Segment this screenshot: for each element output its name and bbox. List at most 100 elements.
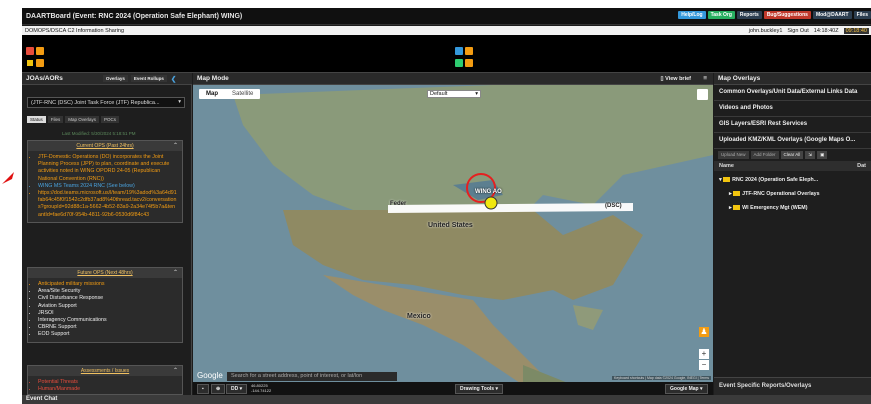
dsc-label: (DSC) [605,203,622,209]
coords-readout: 46.80225 -144.74122 [251,383,271,393]
tree-item[interactable]: ▸ WI Emergency Mgt (WEM) [719,201,866,215]
right-panel-header: Map Overlays [714,73,871,85]
future-op-item: CBRNE Support [38,324,178,331]
kmz-buttons: Upload New Add Folder Clear All ⇲ ▣ [714,149,871,161]
pegman-icon[interactable]: ♟ [699,327,709,337]
map-search-input[interactable]: Search for a street address, point of in… [227,372,397,381]
future-ops-section: Future OPS (Next 48hrs) ⌃ Anticipated mi… [27,267,183,343]
status-strip [22,35,871,73]
expand-icon[interactable]: ⇲ [805,151,816,159]
overlay-tree: ▾ RNC 2024 (Operation Safe Eleph... ▸ JT… [714,171,871,217]
status-orange2-icon[interactable] [36,59,44,67]
clear-all-button[interactable]: Clear All [780,151,804,159]
map-area[interactable]: Map Satellite Default ▾ WING AO Feder (D… [193,85,713,395]
overlay-category[interactable]: Uploaded KMZ/KML Overlays (Google Maps O… [714,133,871,149]
chevron-down-icon: ▾ [178,99,181,105]
teams-link[interactable]: https://dod.teams.microsoft.us/l/team/19… [38,190,178,219]
us-label: United States [428,222,473,229]
wing-ao-label: WING AO [475,189,502,195]
last-modified: Last Modified: 5/30/2024 5:18:51 PM [62,131,136,136]
tree-item[interactable]: ▾ RNC 2024 (Operation Safe Eleph... [719,173,866,187]
drawing-tools-label: Drawing Tools [460,386,495,392]
map-panel-header: Map Mode ▯ View brief ≡ [193,73,713,85]
files-link[interactable]: Files [853,11,871,19]
future-op-item: Aviation Support [38,303,178,310]
drawing-tools-button[interactable]: Drawing Tools ▾ [455,384,503,394]
collapse-left-icon[interactable]: ❮ [171,75,176,83]
toggle-icon[interactable]: ▪ [197,384,209,394]
google-logo: Google [197,371,223,380]
event-reports-section[interactable]: Event Specific Reports/Overlays [714,377,871,395]
chevron-up-icon[interactable]: ⌃ [173,269,178,276]
google-map-button[interactable]: Google Map ▾ [665,384,708,394]
status-orange3-icon[interactable] [465,47,473,55]
tree-item-label: RNC 2024 (Operation Safe Eleph... [732,177,819,183]
coords-lon: -144.74122 [251,388,272,393]
unit-select[interactable]: (JTF-RNC (DSC) Joint Task Force (JTF) Re… [27,97,185,108]
status-yellow-icon[interactable] [26,59,34,67]
overlays-button[interactable]: Overlays [102,75,128,82]
map-mode-heading: Map Mode [197,75,229,82]
overlay-category[interactable]: Common Overlays/Unit Data/External Links… [714,85,871,101]
map-overlays-heading: Map Overlays [718,75,761,82]
mexico-label: Mexico [407,313,431,320]
reports-link[interactable]: Reports [736,11,762,19]
top-links: Help/Log Task Org Reports Bug/Suggestion… [678,11,871,19]
tree-item-label: JTF-RNC Operational Overlays [742,191,820,197]
current-ops-header[interactable]: Current OPS (Past 24hrs) ⌃ [28,141,182,151]
task-org-link[interactable]: Task Org [707,11,735,19]
save-icon[interactable]: ▣ [817,151,828,159]
fed-label: Feder [390,201,407,207]
col-name: Name [719,163,734,169]
zoom-out-button[interactable]: − [699,360,709,370]
folder-icon [723,177,731,183]
status-green-icon[interactable] [455,59,463,67]
assessment-item: Potential Threats [38,379,178,386]
info-label: DOMOPS/DSCA C2 Information Sharing [25,27,125,34]
info-row: DOMOPS/DSCA C2 Information Sharing john.… [22,26,871,35]
bug-link[interactable]: Bug/Suggestions [763,11,811,19]
future-op-item: EOD Support [38,331,178,338]
future-op-item: Civil Disturbance Response [38,295,178,302]
status-red-icon[interactable] [26,47,34,55]
overlay-category[interactable]: Videos and Photos [714,101,871,117]
locate-icon[interactable]: ⊕ [211,384,226,394]
mod-link[interactable]: Mod@DAART [812,11,852,19]
event-rollups-button[interactable]: Event Rollups [130,75,167,82]
folder-icon [733,191,741,197]
title-bar: DAARTBoard (Event: RNC 2024 (Operation S… [22,8,871,25]
menu-icon[interactable]: ≡ [703,75,707,82]
chevron-up-icon[interactable]: ⌃ [173,367,178,374]
overlay-table-header: Name Dat [714,161,871,171]
tab-files[interactable]: Files [47,116,64,123]
map-toolbar: ▪ ⊕ DD ▾ 46.80225 -144.74122 Drawing Too… [193,382,713,395]
future-op-item: JRSOI [38,310,178,317]
assessments-header[interactable]: Assessments / Issues ⌃ [28,366,182,376]
current-op-item[interactable]: WING MS Teams 2024 RNC (See below) [38,183,178,190]
add-folder-button[interactable]: Add Folder [750,151,779,159]
status-blue-icon[interactable] [455,47,463,55]
window-title: DAARTBoard (Event: RNC 2024 (Operation S… [26,12,243,20]
chevron-up-icon[interactable]: ⌃ [173,142,178,149]
tab-pocs[interactable]: POCs [101,116,120,123]
upload-new-button[interactable]: Upload New [718,151,749,159]
view-brief-button[interactable]: ▯ View brief [661,76,691,82]
overlay-category[interactable]: GIS Layers/ESRI Rest Services [714,117,871,133]
event-chat-bar[interactable]: Event Chat [22,395,871,404]
help-link[interactable]: Help/Log [678,11,706,19]
tab-status[interactable]: Status [27,116,46,123]
left-panel-header: JOAs/AORs Overlays Event Rollups ❮ [22,73,192,85]
zoom-in-button[interactable]: + [699,349,709,359]
future-ops-header[interactable]: Future OPS (Next 48hrs) ⌃ [28,268,182,278]
dd-label: DD [231,386,239,392]
status-orange-icon[interactable] [36,47,44,55]
folder-icon [733,205,741,211]
tree-item[interactable]: ▸ JTF-RNC Operational Overlays [719,187,866,201]
status-orange4-icon[interactable] [465,59,473,67]
future-op-item: Anticipated military missions [38,281,178,288]
overlay-layer [388,173,633,213]
signout-link[interactable]: Sign Out [787,28,808,34]
coord-format-select[interactable]: DD ▾ [226,384,248,394]
tab-map-overlays[interactable]: Map Overlays [65,116,100,123]
future-op-item: Interagency Communications [38,317,178,324]
